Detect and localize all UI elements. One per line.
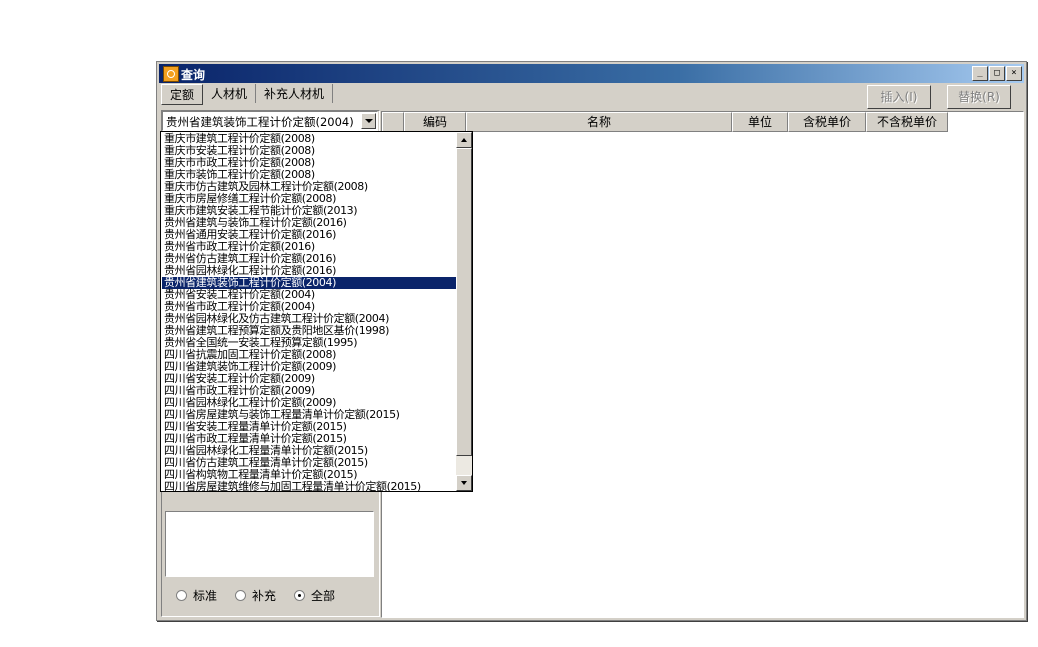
tab-bar: 定额 人材机 补充人材机 xyxy=(161,84,334,106)
grid-col-indicator[interactable] xyxy=(382,112,404,132)
filter-radio-group: 标准 补充 全部 xyxy=(176,587,335,604)
quota-tree[interactable] xyxy=(165,511,374,577)
radio-all[interactable]: 全部 xyxy=(294,587,335,604)
scroll-down-icon[interactable] xyxy=(456,475,472,491)
tab-quota[interactable]: 定额 xyxy=(161,84,204,105)
grid-col-tax-price[interactable]: 含税单价 xyxy=(788,112,866,132)
grid-col-no-tax-price[interactable]: 不含税单价 xyxy=(866,112,948,132)
quota-library-selected: 贵州省建筑装饰工程计价定额(2004) xyxy=(166,115,354,129)
window-title: 查询 xyxy=(181,68,206,82)
radio-all-label: 全部 xyxy=(311,589,336,603)
result-grid[interactable]: 编码 名称 单位 含税单价 不含税单价 xyxy=(381,111,1024,618)
radio-supplement-circle[interactable] xyxy=(235,590,247,601)
quota-library-select[interactable]: 贵州省建筑装饰工程计价定额(2004) xyxy=(162,111,378,131)
dropdown-option[interactable]: 四川省房屋建筑维修与加固工程量清单计价定额(2015) xyxy=(162,481,456,492)
dropdown-list: 重庆市建筑工程计价定额(2008) 重庆市安装工程计价定额(2008) 重庆市市政工… xyxy=(162,133,456,492)
tab-supplement-labor-material-machine[interactable]: 补充人材机 xyxy=(256,84,334,103)
scroll-thumb[interactable] xyxy=(456,148,472,456)
minimize-button[interactable]: _ xyxy=(972,66,988,81)
grid-col-unit[interactable]: 单位 xyxy=(732,112,788,132)
tab-labor-material-machine[interactable]: 人材机 xyxy=(203,84,257,103)
quota-library-dropdown: 重庆市建筑工程计价定额(2008) 重庆市安装工程计价定额(2008) 重庆市市政工… xyxy=(160,131,473,492)
replace-button[interactable]: 替换(R) xyxy=(947,85,1011,109)
close-button[interactable]: × xyxy=(1006,66,1022,81)
radio-standard-label: 标准 xyxy=(193,589,218,603)
grid-header: 编码 名称 单位 含税单价 不含税单价 xyxy=(382,112,948,132)
radio-supplement-label: 补充 xyxy=(252,589,277,603)
grid-col-name[interactable]: 名称 xyxy=(466,112,732,132)
title-bar[interactable]: 查询 _ □ × xyxy=(159,64,1024,83)
radio-standard[interactable]: 标准 xyxy=(176,587,217,604)
maximize-button[interactable]: □ xyxy=(989,66,1005,81)
radio-supplement[interactable]: 补充 xyxy=(235,587,276,604)
dropdown-scrollbar[interactable] xyxy=(456,132,472,491)
app-icon xyxy=(163,66,179,82)
scroll-up-icon[interactable] xyxy=(456,132,472,148)
insert-button[interactable]: 插入(I) xyxy=(867,85,931,109)
radio-standard-circle[interactable] xyxy=(176,590,187,601)
chevron-down-icon[interactable] xyxy=(361,113,376,129)
radio-all-circle[interactable] xyxy=(294,590,306,601)
grid-col-code[interactable]: 编码 xyxy=(404,112,466,132)
